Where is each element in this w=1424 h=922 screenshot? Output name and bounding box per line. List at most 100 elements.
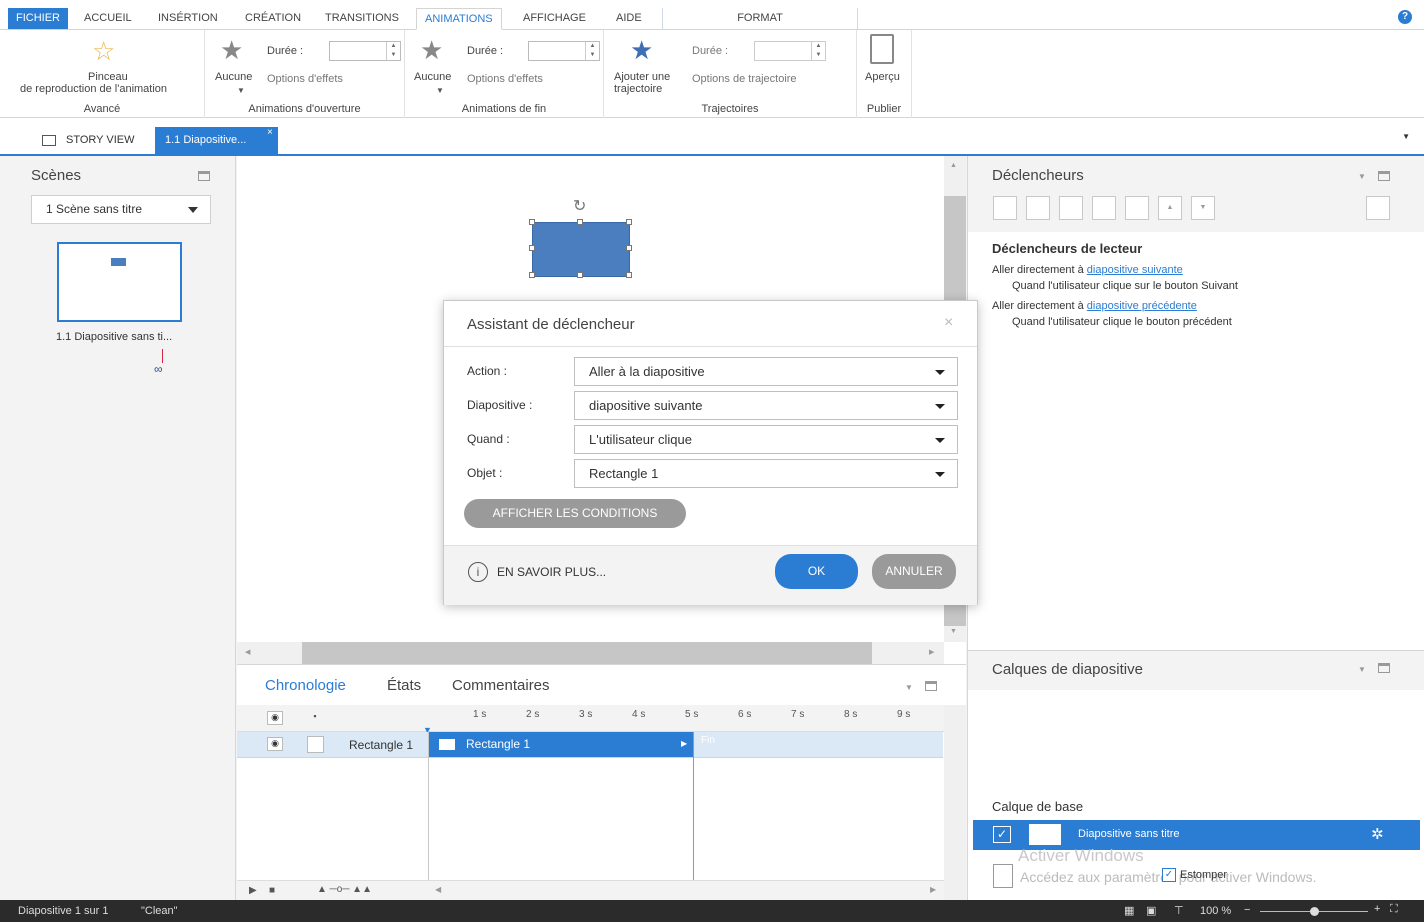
- zoom-slider[interactable]: ▲ ─o─ ▲▲: [317, 884, 372, 895]
- trigger-item[interactable]: Aller directement à diapositive précéden…: [992, 300, 1197, 312]
- pin-icon[interactable]: [198, 171, 210, 181]
- fit-window-icon[interactable]: ⛶: [1390, 903, 1398, 916]
- ok-button[interactable]: OK: [775, 554, 858, 589]
- pin-icon[interactable]: [925, 681, 937, 691]
- entrance-duration-input[interactable]: ▲ ▼: [329, 41, 401, 61]
- add-path-label-1[interactable]: Ajouter une: [614, 71, 670, 83]
- panel-menu-icon[interactable]: ▼: [905, 683, 913, 692]
- trigger-item[interactable]: Aller directement à diapositive suivante: [992, 264, 1183, 276]
- fit-icon[interactable]: ⊤: [1174, 904, 1184, 917]
- timeline-row[interactable]: ◉ Rectangle 1 Rectangle 1 ▶ Fin: [237, 732, 943, 758]
- scene-dropdown[interactable]: 1 Scène sans titre: [31, 195, 211, 224]
- rectangle-shape[interactable]: [532, 222, 630, 277]
- dim-checkbox[interactable]: ✓: [1162, 868, 1176, 882]
- slide-select[interactable]: diapositive suivante: [574, 391, 958, 420]
- resize-handle[interactable]: [626, 245, 632, 251]
- normal-view-icon[interactable]: ▦: [1124, 904, 1134, 917]
- action-select[interactable]: Aller à la diapositive: [574, 357, 958, 386]
- entrance-none-icon[interactable]: ★: [220, 37, 243, 63]
- tab-animations[interactable]: ANIMATIONS: [416, 8, 502, 30]
- tab-story-view[interactable]: STORY VIEW: [56, 127, 144, 156]
- trigger-link[interactable]: diapositive suivante: [1087, 264, 1183, 276]
- preview-icon[interactable]: [870, 34, 894, 64]
- panel-menu-icon[interactable]: ▼: [1358, 172, 1366, 181]
- tab-transitions[interactable]: TRANSITIONS: [317, 8, 407, 30]
- animation-painter-label-2[interactable]: de reproduction de l'animation: [20, 83, 167, 95]
- lock-checkbox[interactable]: [307, 736, 324, 753]
- canvas-horizontal-scrollbar[interactable]: ◀ ▶: [237, 642, 944, 664]
- panel-menu-icon[interactable]: ▼: [1358, 665, 1366, 674]
- exit-none-label[interactable]: Aucune: [414, 71, 451, 83]
- resize-handle[interactable]: [626, 272, 632, 278]
- resize-handle[interactable]: [577, 219, 583, 225]
- tab-slide[interactable]: 1.1 Diapositive...: [155, 127, 278, 156]
- variables-button[interactable]: [1366, 196, 1390, 220]
- entrance-none-caret[interactable]: ▼: [237, 86, 245, 95]
- path-duration-input[interactable]: ▲ ▼: [754, 41, 826, 61]
- resize-handle[interactable]: [577, 272, 583, 278]
- tab-affichage[interactable]: AFFICHAGE: [515, 8, 594, 30]
- scroll-right-icon[interactable]: ▶: [930, 885, 936, 894]
- eye-icon[interactable]: ◉: [267, 737, 283, 751]
- rotate-handle-icon[interactable]: ↻: [573, 196, 586, 216]
- timeline-bar[interactable]: Rectangle 1 ▶: [429, 732, 693, 757]
- bar-end-arrow-icon[interactable]: ▶: [681, 739, 687, 748]
- exit-duration-input[interactable]: ▲ ▼: [528, 41, 600, 61]
- tab-fichier[interactable]: FICHIER: [8, 8, 68, 29]
- scroll-left-icon[interactable]: ◀: [245, 648, 250, 656]
- tab-insertion[interactable]: INSÉRTION: [150, 8, 226, 30]
- tab-etats[interactable]: États: [387, 677, 421, 694]
- zoom-out-icon[interactable]: −: [1244, 904, 1250, 916]
- copy-trigger-button[interactable]: [1059, 196, 1083, 220]
- resize-handle[interactable]: [529, 272, 535, 278]
- tab-aide[interactable]: AIDE: [608, 8, 650, 30]
- scroll-left-icon[interactable]: ◀: [435, 885, 441, 894]
- slide-view-icon[interactable]: ▣: [1146, 904, 1156, 917]
- tab-accueil[interactable]: ACCUEIL: [76, 8, 140, 30]
- pin-icon[interactable]: [1378, 663, 1390, 673]
- zoom-slider-thumb[interactable]: [1310, 907, 1319, 916]
- entrance-effect-options[interactable]: Options d'effets: [267, 73, 343, 85]
- new-layer-button[interactable]: [993, 864, 1013, 888]
- trigger-link[interactable]: diapositive précédente: [1087, 300, 1197, 312]
- delete-trigger-button[interactable]: [1125, 196, 1149, 220]
- entrance-none-label[interactable]: Aucune: [215, 71, 252, 83]
- learn-more-link[interactable]: EN SAVOIR PLUS...: [497, 565, 606, 579]
- slide-thumbnail[interactable]: [57, 242, 182, 322]
- exit-none-icon[interactable]: ★: [420, 37, 443, 63]
- scroll-right-icon[interactable]: ▶: [929, 648, 934, 656]
- tab-commentaires[interactable]: Commentaires: [452, 677, 550, 694]
- check-icon[interactable]: ✓: [993, 826, 1011, 843]
- tab-format[interactable]: FORMAT: [662, 8, 858, 30]
- show-conditions-button[interactable]: AFFICHER LES CONDITIONS: [464, 499, 686, 528]
- cancel-button[interactable]: ANNULER: [872, 554, 956, 589]
- eye-icon[interactable]: ◉: [267, 711, 283, 725]
- new-trigger-button[interactable]: [993, 196, 1017, 220]
- tab-creation[interactable]: CRÉATION: [237, 8, 309, 30]
- lock-icon[interactable]: ▪: [307, 711, 323, 725]
- object-select[interactable]: Rectangle 1: [574, 459, 958, 488]
- resize-handle[interactable]: [529, 219, 535, 225]
- pin-icon[interactable]: [1378, 171, 1390, 181]
- resize-handle[interactable]: [529, 245, 535, 251]
- scroll-up-icon[interactable]: ▲: [950, 162, 957, 169]
- preview-label[interactable]: Aperçu: [865, 71, 900, 83]
- gear-icon[interactable]: ✲: [1371, 825, 1384, 843]
- add-path-label-2[interactable]: trajectoire: [614, 83, 662, 95]
- when-select[interactable]: L'utilisateur clique: [574, 425, 958, 454]
- close-icon[interactable]: ×: [944, 314, 953, 332]
- play-icon[interactable]: ▶: [249, 885, 257, 896]
- horizontal-scroll-thumb[interactable]: [302, 642, 872, 664]
- add-path-icon[interactable]: ★: [630, 37, 653, 63]
- exit-none-caret[interactable]: ▼: [436, 86, 444, 95]
- info-icon[interactable]: i: [468, 562, 488, 582]
- path-options[interactable]: Options de trajectoire: [692, 73, 797, 85]
- stop-icon[interactable]: ■: [269, 885, 275, 896]
- close-tab-icon[interactable]: ×: [267, 127, 273, 138]
- move-down-button[interactable]: ▼: [1191, 196, 1215, 220]
- timeline-vertical-scrollbar[interactable]: [944, 705, 966, 901]
- animation-painter-icon[interactable]: ☆: [92, 38, 115, 64]
- help-icon[interactable]: ?: [1398, 10, 1412, 24]
- zoom-in-icon[interactable]: +: [1374, 903, 1380, 915]
- animation-painter-label-1[interactable]: Pinceau: [88, 71, 128, 83]
